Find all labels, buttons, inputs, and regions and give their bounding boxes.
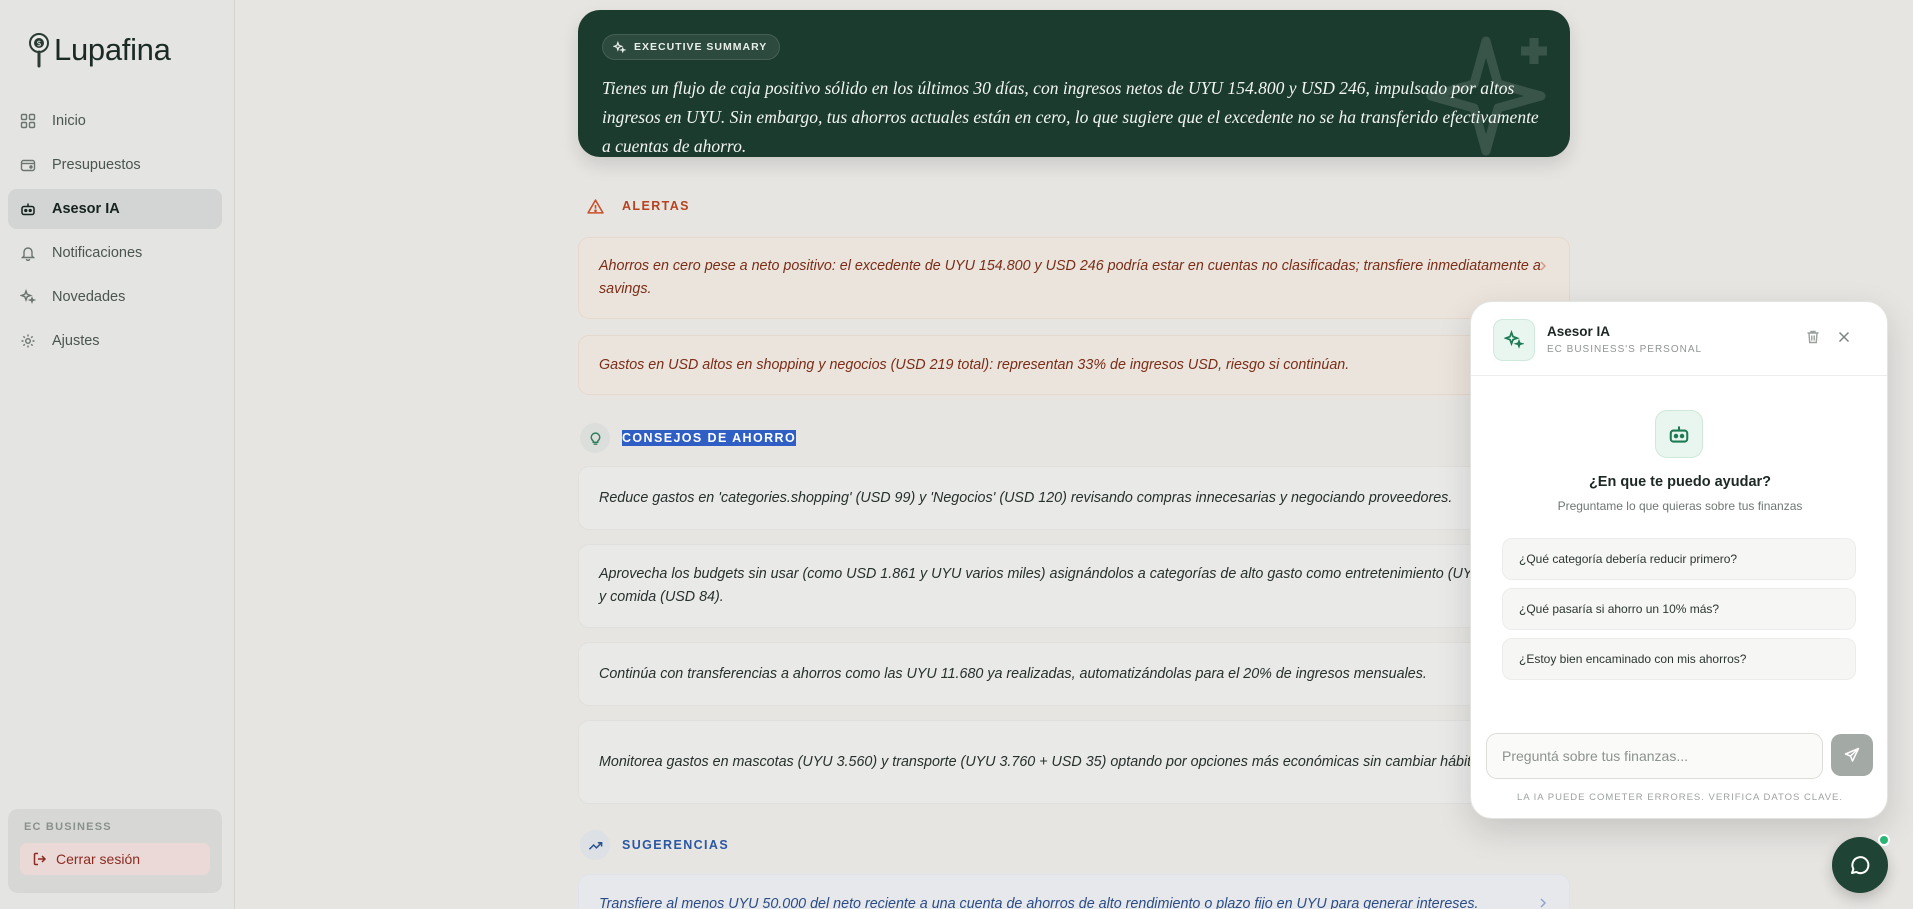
sidebar-item-label: Novedades bbox=[52, 289, 126, 305]
chat-bubble-icon bbox=[1851, 856, 1870, 875]
suggestions-header: SUGERENCIAS bbox=[580, 830, 729, 860]
tips-title: CONSEJOS DE AHORRO bbox=[622, 430, 797, 446]
gear-icon bbox=[21, 334, 35, 348]
sidebar-item-asesor-ia[interactable]: Asesor IA bbox=[8, 189, 222, 229]
tip-text: Aprovecha los budgets sin usar (como USD… bbox=[599, 566, 1542, 605]
suggestion-text: Transfiere al menos UYU 50.000 del neto … bbox=[599, 895, 1479, 909]
suggestion-card[interactable]: Transfiere al menos UYU 50.000 del neto … bbox=[578, 874, 1570, 909]
logout-icon bbox=[33, 852, 47, 866]
suggested-question[interactable]: ¿Estoy bien encaminado con mis ahorros? bbox=[1502, 638, 1856, 680]
chevron-right-icon bbox=[1540, 261, 1547, 271]
sidebar: $ Lupafina Inicio Presupuestos Asesor IA… bbox=[0, 0, 235, 909]
tip-card: Reduce gastos en 'categories.shopping' (… bbox=[578, 466, 1570, 530]
chat-input[interactable] bbox=[1486, 733, 1823, 779]
suggested-question[interactable]: ¿Qué categoría debería reducir primero? bbox=[1502, 538, 1856, 580]
chat-header: Asesor IA EC BUSINESS'S PERSONAL bbox=[1471, 302, 1887, 376]
tip-text: Monitorea gastos en mascotas (UYU 3.560)… bbox=[599, 753, 1546, 770]
send-icon bbox=[1844, 747, 1860, 762]
chat-title: Asesor IA bbox=[1547, 324, 1611, 339]
tip-card: Continúa con transferencias a ahorros co… bbox=[578, 642, 1570, 706]
magnifier-coin-icon: $ bbox=[28, 32, 50, 68]
alert-card[interactable]: Gastos en USD altos en shopping y negoci… bbox=[578, 335, 1570, 395]
app-name: Lupafina bbox=[54, 32, 171, 67]
sidebar-item-label: Notificaciones bbox=[52, 245, 143, 261]
suggestions-title: SUGERENCIAS bbox=[622, 838, 730, 852]
alert-text: Ahorros en cero pese a neto positivo: el… bbox=[599, 258, 1541, 297]
tip-card: Aprovecha los budgets sin usar (como USD… bbox=[578, 544, 1570, 628]
sparkles-icon bbox=[1504, 330, 1524, 349]
sidebar-item-label: Presupuestos bbox=[52, 157, 141, 173]
executive-summary: EXECUTIVE SUMMARY Tienes un flujo de caj… bbox=[578, 10, 1570, 157]
summary-badge: EXECUTIVE SUMMARY bbox=[602, 34, 781, 60]
sidebar-item-label: Ajustes bbox=[52, 333, 100, 349]
chat-empty-title: ¿En que te puedo ayudar? bbox=[1588, 474, 1772, 490]
tip-text: Continúa con transferencias a ahorros co… bbox=[599, 665, 1427, 682]
online-status-dot bbox=[1878, 834, 1890, 846]
bell-icon bbox=[20, 247, 36, 261]
alert-card[interactable]: Ahorros en cero pese a neto positivo: el… bbox=[578, 237, 1570, 319]
sidebar-item-label: Asesor IA bbox=[52, 201, 120, 217]
sidebar-item-notificaciones[interactable]: Notificaciones bbox=[8, 233, 222, 273]
logout-button[interactable]: Cerrar sesión bbox=[20, 843, 210, 875]
tip-card: Monitorea gastos en mascotas (UYU 3.560)… bbox=[578, 720, 1570, 804]
send-button[interactable] bbox=[1831, 734, 1873, 776]
robot-icon bbox=[21, 203, 35, 216]
sidebar-nav: Inicio Presupuestos Asesor IA Notificaci… bbox=[8, 101, 222, 365]
grid-icon bbox=[20, 113, 36, 129]
chat-subtitle: EC BUSINESS'S PERSONAL bbox=[1547, 344, 1703, 355]
wallet-icon bbox=[20, 159, 36, 172]
account-box: EC BUSINESS Cerrar sesión bbox=[8, 809, 222, 893]
sparkle-decoration-icon bbox=[1426, 36, 1547, 156]
chevron-right-icon bbox=[1540, 898, 1547, 908]
sidebar-item-label: Inicio bbox=[52, 113, 86, 129]
chat-panel: Asesor IA EC BUSINESS'S PERSONAL ¿En que… bbox=[1470, 301, 1888, 819]
tips-header: CONSEJOS DE AHORRO bbox=[580, 423, 797, 453]
logout-label: Cerrar sesión bbox=[56, 851, 141, 867]
suggested-question[interactable]: ¿Qué pasaría si ahorro un 10% más? bbox=[1502, 588, 1856, 630]
chat-empty-hint: Preguntame lo que quieras sobre tus fina… bbox=[1557, 499, 1803, 513]
sparkles-icon bbox=[613, 40, 626, 53]
sidebar-item-novedades[interactable]: Novedades bbox=[8, 277, 222, 317]
summary-badge-label: EXECUTIVE SUMMARY bbox=[634, 41, 768, 53]
summary-text: Tienes un flujo de caja positivo sólido … bbox=[602, 78, 1539, 156]
sidebar-item-ajustes[interactable]: Ajustes bbox=[8, 321, 222, 361]
trending-up-icon bbox=[580, 830, 610, 860]
sparkles-icon bbox=[20, 289, 36, 304]
warning-icon bbox=[580, 191, 610, 221]
trash-icon[interactable] bbox=[1805, 329, 1821, 345]
tip-text: Reduce gastos en 'categories.shopping' (… bbox=[599, 489, 1453, 506]
robot-icon bbox=[1655, 410, 1703, 458]
ai-disclaimer: LA IA PUEDE COMETER ERRORES. VERIFICA DA… bbox=[1516, 792, 1844, 803]
chat-toggle-button[interactable] bbox=[1832, 837, 1888, 893]
logo[interactable]: $ Lupafina bbox=[28, 32, 171, 68]
alert-text: Gastos en USD altos en shopping y negoci… bbox=[599, 356, 1350, 373]
alerts-header: ALERTAS bbox=[580, 191, 690, 221]
lightbulb-icon bbox=[580, 423, 610, 453]
sidebar-item-inicio[interactable]: Inicio bbox=[8, 101, 222, 141]
svg-text:$: $ bbox=[36, 39, 41, 48]
alerts-title: ALERTAS bbox=[622, 199, 690, 213]
close-icon[interactable] bbox=[1836, 329, 1852, 345]
sidebar-item-presupuestos[interactable]: Presupuestos bbox=[8, 145, 222, 185]
account-name: EC BUSINESS bbox=[24, 821, 112, 833]
assistant-avatar bbox=[1493, 319, 1535, 361]
